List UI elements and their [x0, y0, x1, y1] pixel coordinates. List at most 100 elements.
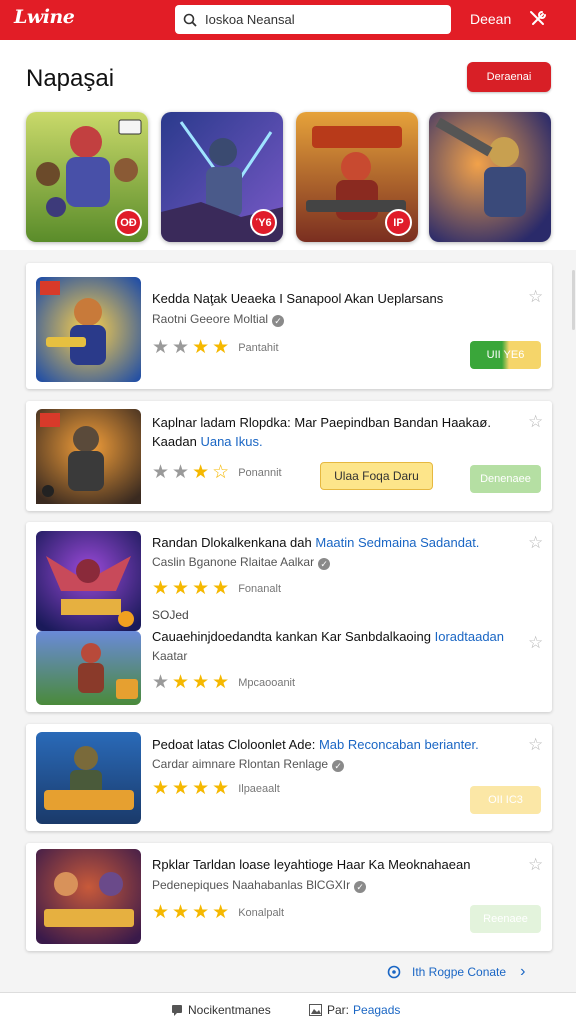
game-title-line2: Kaatar: [152, 649, 188, 663]
rating-stars: ★ ★ ★ ★ Konalpalt: [152, 903, 284, 922]
game-subtitle: Cardar aimnare Rlontan Renlage ✓: [152, 757, 345, 772]
game-thumbnail[interactable]: [36, 732, 141, 824]
search-input[interactable]: [205, 12, 435, 27]
get-button[interactable]: Denenaee: [470, 465, 541, 493]
game-title-link[interactable]: Mab Reconcaban berianter.: [319, 737, 479, 752]
star-icon: ★: [172, 902, 190, 923]
scrollbar[interactable]: [572, 270, 575, 330]
header-action-button[interactable]: Deraenai: [467, 62, 551, 92]
get-button[interactable]: Reenaee: [470, 905, 541, 933]
game-title[interactable]: Kaplnar ladam Rlopdka: Mar Paepindban Ba…: [152, 415, 491, 430]
star-icon: ★: [192, 778, 210, 799]
star-icon: ★: [192, 578, 210, 599]
app-logo[interactable]: Lwine: [14, 6, 75, 28]
rating-stars: ★ ★ ★ ☆ Ponannit: [152, 463, 282, 482]
game-title[interactable]: Kedda Naţak Ueaeka I Sanapool Akan Uepla…: [152, 291, 443, 306]
rating-label: Ilpaeaalt: [238, 782, 280, 795]
rating-label: Mpcaooanit: [238, 676, 296, 689]
bottom-bar: Nocikentmanes Par: Peagads: [0, 992, 576, 1024]
game-title-text: Pedoat latas Cloloonlet Ade:: [152, 737, 316, 752]
star-icon: ★: [212, 578, 230, 599]
price-badge: OĐ: [115, 209, 142, 236]
favorite-star-icon[interactable]: ☆: [528, 412, 543, 432]
featured-game-card[interactable]: Ύ6: [161, 112, 283, 242]
favorite-star-icon[interactable]: ☆: [528, 533, 543, 553]
game-thumbnail[interactable]: [36, 277, 141, 382]
star-icon: ☆: [212, 462, 230, 483]
game-subtitle: Pedenepiques Naahabanlas BlCGXIr ✓: [152, 878, 367, 893]
featured-game-card[interactable]: OĐ: [26, 112, 148, 242]
bottom-nav-link[interactable]: Peagads: [353, 1003, 400, 1017]
footer-link[interactable]: Ith Rogpe Conate ›: [386, 963, 525, 981]
game-title-text: Randan Dlokalkenkana dah: [152, 535, 312, 550]
game-art-image: [36, 409, 141, 504]
footer-link-label: Ith Rogpe Conate: [412, 965, 507, 979]
game-title[interactable]: Rpklar Tarldan loase leyahtioge Haar Ka …: [152, 857, 470, 872]
featured-game-card[interactable]: ΙΡ: [296, 112, 418, 242]
search-icon: [183, 13, 197, 27]
rating-label: Ponannit: [238, 466, 282, 479]
tools-icon[interactable]: [527, 8, 549, 30]
rating-label: Pantahit: [238, 341, 279, 354]
star-icon: ★: [152, 902, 170, 923]
star-icon: ★: [192, 902, 210, 923]
star-icon: ★: [172, 337, 190, 358]
game-thumbnail[interactable]: [36, 849, 141, 944]
rating-stars: ★ ★ ★ ★ Fonanalt: [152, 579, 281, 598]
game-title[interactable]: Pedoat latas Cloloonlet Ade: Mab Reconca…: [152, 737, 479, 752]
star-icon: ★: [152, 337, 170, 358]
search-box[interactable]: [175, 5, 451, 34]
star-icon: ★: [192, 672, 210, 693]
game-art-image: [429, 112, 551, 242]
star-icon: ★: [152, 672, 170, 693]
chat-icon: [172, 1005, 182, 1016]
game-thumbnail[interactable]: [36, 531, 141, 631]
game-thumbnail[interactable]: [36, 631, 141, 705]
price-badge: Ύ6: [250, 209, 277, 236]
star-icon: ★: [152, 778, 170, 799]
star-icon: ★: [172, 672, 190, 693]
star-icon: ★: [212, 778, 230, 799]
game-subtitle-text: Pedenepiques Naahabanlas BlCGXIr: [152, 878, 351, 892]
game-art-image: [36, 631, 141, 705]
section-label: SOJed: [152, 608, 189, 622]
game-title[interactable]: Cauaehinjdoedandta kankan Kar Sanbdalkao…: [152, 629, 504, 644]
featured-game-card[interactable]: [429, 112, 551, 242]
verified-icon: ✓: [332, 760, 345, 772]
bottom-nav-item[interactable]: Par: Peagads: [309, 1003, 400, 1017]
price-badge: ΙΡ: [385, 209, 412, 236]
favorite-star-icon[interactable]: ☆: [528, 855, 543, 875]
favorite-star-icon[interactable]: ☆: [528, 633, 543, 653]
promo-button[interactable]: Ulaa Foqa Daru: [320, 462, 433, 490]
bottom-nav-item[interactable]: Nocikentmanes: [171, 1003, 271, 1017]
rating-stars: ★ ★ ★ ★ Mpcaooanit: [152, 673, 295, 692]
favorite-star-icon[interactable]: ☆: [528, 287, 543, 307]
game-title-link[interactable]: Uana Ikus.: [200, 434, 262, 449]
get-button[interactable]: OII IC3: [470, 786, 541, 814]
get-button[interactable]: UII YE6: [470, 341, 541, 369]
game-thumbnail[interactable]: [36, 409, 141, 514]
game-art-image: [36, 732, 141, 824]
star-icon: ★: [212, 337, 230, 358]
game-subtitle-text: Raotni Geeore Moltial: [152, 312, 269, 326]
verified-icon: ✓: [272, 315, 285, 327]
game-subtitle: Caslin Bganone Rlaitae Aalkar ✓: [152, 555, 331, 570]
star-icon: ★: [152, 578, 170, 599]
star-icon: ★: [192, 337, 210, 358]
top-bar-account-link[interactable]: Deean: [470, 11, 511, 27]
game-title[interactable]: Randan Dlokalkenkana dah Maatin Sedmaina…: [152, 535, 479, 550]
game-title-text: Cauaehinjdoedandta kankan Kar Sanbdalkao…: [152, 629, 431, 644]
game-subtitle-text: Cardar aimnare Rlontan Renlage: [152, 757, 329, 771]
game-art-image: [36, 849, 141, 944]
chevron-right-icon: ›: [520, 963, 526, 980]
rating-stars: ★ ★ ★ ★ Ilpaeaalt: [152, 779, 280, 798]
rating-label: Konalpalt: [238, 906, 285, 919]
refresh-icon: [387, 965, 401, 979]
game-title-link[interactable]: Maatin Sedmaina Sadandat.: [315, 535, 479, 550]
star-icon: ★: [172, 578, 190, 599]
game-title-link[interactable]: Ioradtaadan: [435, 629, 504, 644]
star-icon: ★: [172, 778, 190, 799]
star-icon: ★: [172, 462, 190, 483]
favorite-star-icon[interactable]: ☆: [528, 735, 543, 755]
image-icon: [309, 1004, 322, 1016]
